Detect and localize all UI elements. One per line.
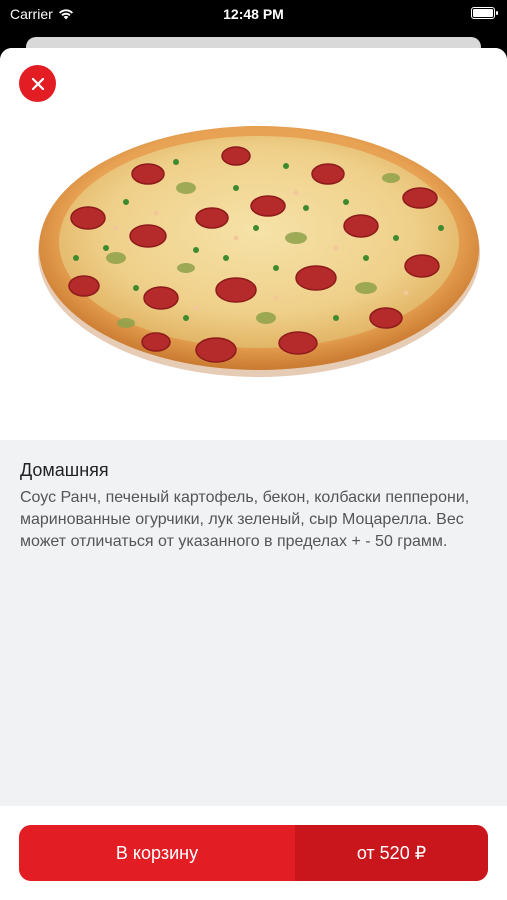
product-sheet: Домашняя Соус Ранч, печеный картофель, б… bbox=[0, 48, 507, 900]
status-time: 12:48 PM bbox=[223, 6, 284, 22]
status-bar: Carrier 12:48 PM bbox=[0, 0, 507, 30]
pizza-image bbox=[36, 118, 482, 378]
close-button[interactable] bbox=[19, 65, 56, 102]
product-image-area bbox=[0, 48, 507, 440]
product-info: Домашняя Соус Ранч, печеный картофель, б… bbox=[20, 460, 490, 553]
battery-icon bbox=[471, 7, 498, 19]
add-to-cart-label: В корзину bbox=[115, 842, 199, 863]
close-icon bbox=[31, 77, 44, 90]
product-title: Домашняя bbox=[20, 460, 109, 480]
price-label: от 520 ₽ bbox=[295, 825, 488, 881]
product-description: Соус Ранч, печеный картофель, бекон, кол… bbox=[20, 489, 470, 550]
bottom-bar: В корзину от 520 ₽ bbox=[0, 806, 507, 900]
add-to-cart-button[interactable]: В корзину от 520 ₽ bbox=[19, 825, 488, 881]
